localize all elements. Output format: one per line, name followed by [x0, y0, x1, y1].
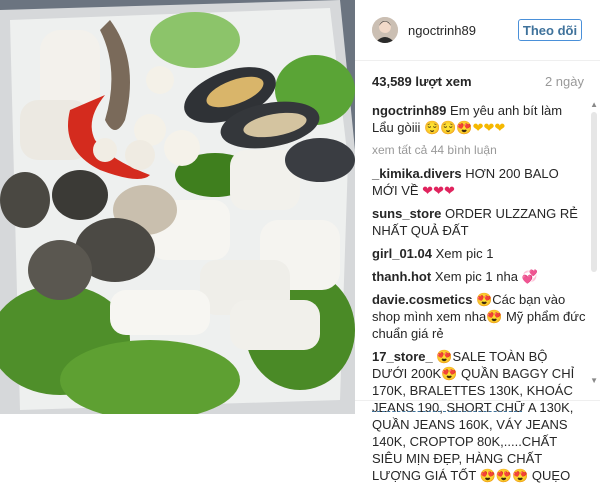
cut-off-link[interactable]: [372, 405, 522, 412]
caption: ngoctrinh89 Em yêu anh bít làm Lẩu gòiii…: [372, 102, 586, 136]
caption-username[interactable]: ngoctrinh89: [372, 103, 446, 118]
comment-text: Xem pic 1 nha: [434, 269, 518, 284]
scroll-down-icon[interactable]: ▼: [590, 376, 598, 385]
comment-username[interactable]: girl_01.04: [372, 246, 432, 261]
comment-username[interactable]: _kimika.divers: [372, 166, 462, 181]
post-stats: 43,589 lượt xem 2 ngày: [372, 74, 584, 89]
comment-text: Xem pic 1: [435, 246, 494, 261]
comment-item: suns_store ORDER ULZZANG RẺ NHẤT QUẢ ĐẤT: [372, 205, 586, 239]
view-all-comments-link[interactable]: xem tất cả 44 bình luận: [372, 142, 586, 159]
comment-emoji: ❤❤❤: [422, 183, 455, 198]
hotpot-image: [0, 0, 355, 414]
post-header: ngoctrinh89 Theo dõi: [355, 0, 600, 61]
scroll-up-icon[interactable]: ▲: [590, 100, 598, 109]
view-count: 43,589 lượt xem: [372, 74, 472, 89]
follow-button[interactable]: Theo dõi: [518, 19, 582, 41]
comment-item: davie.cosmetics 😍Các bạn vào shop mình x…: [372, 291, 586, 342]
comment-username[interactable]: suns_store: [372, 206, 441, 221]
comment-username[interactable]: thanh.hot: [372, 269, 431, 284]
comment-item: 17_store_ 😍SALE TOÀN BỘ DƯỚI 200K😍 QUẦN …: [372, 348, 586, 484]
comment-username[interactable]: 17_store_: [372, 349, 433, 364]
post-side-panel: ngoctrinh89 Theo dõi 43,589 lượt xem 2 n…: [355, 0, 600, 483]
comment-text: 😍SALE TOÀN BỘ DƯỚI 200K😍 QUẦN BAGGY CHỈ …: [372, 349, 575, 483]
avatar[interactable]: [372, 17, 398, 43]
comment-emoji: 💞: [521, 269, 538, 284]
post-username[interactable]: ngoctrinh89: [408, 23, 476, 38]
post-photo[interactable]: [0, 0, 355, 414]
comment-item: girl_01.04 Xem pic 1: [372, 245, 586, 262]
comment-username[interactable]: davie.cosmetics: [372, 292, 472, 307]
comments-list: ngoctrinh89 Em yêu anh bít làm Lẩu gòiii…: [372, 102, 586, 490]
instagram-post-view: ngoctrinh89 Theo dõi 43,589 lượt xem 2 n…: [0, 0, 600, 483]
caption-emoji: 😌😌😍❤❤❤: [424, 120, 506, 135]
comment-item: thanh.hot Xem pic 1 nha 💞: [372, 268, 586, 285]
post-time[interactable]: 2 ngày: [545, 74, 584, 89]
comment-item: _kimika.divers HƠN 200 BALO MỚI VỀ ❤❤❤: [372, 165, 586, 199]
comments-scrollbar[interactable]: [591, 112, 597, 272]
avatar-icon: [372, 17, 398, 43]
